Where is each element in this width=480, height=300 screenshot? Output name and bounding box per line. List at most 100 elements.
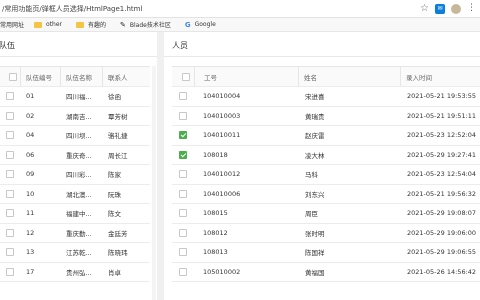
profile-avatar[interactable] [451,3,461,14]
row-checkbox[interactable] [179,170,187,179]
table-row[interactable]: 108018 凌大林 2021-05-29 19:27:41 [172,146,480,165]
row-select-cell[interactable] [0,228,20,237]
column-header[interactable]: 联系人 [102,67,150,86]
table-row[interactable]: 11 福建中... 陈文 [0,204,150,224]
table-cell: 凌大林 [305,151,325,160]
url-text[interactable]: /常用功能页/弹框人员选择/HtmlPage1.html [2,4,142,14]
row-checkbox[interactable] [6,92,14,101]
row-checkbox[interactable] [6,150,14,159]
row-checkbox[interactable] [179,267,187,276]
table-cell: 黄福国 [305,268,325,277]
table-cell: 108012 [203,228,228,237]
row-checkbox[interactable] [6,209,14,218]
row-select-cell[interactable] [0,209,20,218]
row-select-cell[interactable] [0,131,20,140]
table-cell: 阮珠 [108,190,121,199]
row-select-cell[interactable] [172,248,194,257]
table-cell: 周臣 [305,210,318,219]
row-select-cell[interactable] [172,189,194,198]
table-cell: 108015 [203,209,228,218]
table-row[interactable]: 108015 周臣 2021-05-29 19:08:07 [172,204,480,224]
table-row[interactable]: 104010011 赵庆雷 2021-05-23 12:52:04 [172,126,480,146]
bookmark-item[interactable]: G Google [185,21,216,29]
row-checkbox[interactable] [6,248,14,257]
row-checkbox[interactable] [6,267,14,276]
table-cell: 108018 [203,150,228,159]
bookmark-item[interactable]: ✎ Blade技术社区 [120,20,171,30]
table-cell: 09 [26,170,35,179]
row-select-cell[interactable] [172,267,194,276]
table-row[interactable]: 104010006 刘东兴 2021-05-21 19:56:32 [172,185,480,204]
table-cell: 覃芳树 [108,112,128,121]
table-row[interactable]: 09 四川彩... 陈家 [0,165,150,185]
row-select-cell[interactable] [172,209,194,218]
row-checkbox[interactable] [179,209,187,218]
table-row[interactable]: 13 江苏乾... 陈晓玮 [0,243,150,263]
row-select-cell[interactable] [0,267,20,276]
table-cell: 四川福... [66,93,92,102]
table-row[interactable]: 104010012 马科 2021-05-23 12:54:04 [172,165,480,185]
folder-icon [76,21,84,28]
table-cell: 骆礼捷 [108,132,128,141]
browser-menu-icon[interactable]: ⋮ [467,3,476,14]
table-row[interactable]: 108012 张时明 2021-05-29 19:06:00 [172,224,480,243]
row-select-cell[interactable] [0,189,20,198]
row-select-cell[interactable] [172,170,194,179]
bookmark-star-icon[interactable]: ☆ [420,3,429,14]
row-select-cell[interactable] [0,111,20,120]
bookmark-item[interactable]: 常用网址 [0,20,24,29]
table-row[interactable]: 17 贵州弘... 肖卓 [0,263,150,282]
row-select-cell[interactable] [172,92,194,101]
row-select-cell[interactable] [172,150,194,159]
row-select-cell[interactable] [172,228,194,237]
row-select-cell[interactable] [0,150,20,159]
people-table: 工号 姓名 录入时间 104010004 宋进喜 2021-05-21 19:53:… [172,66,480,282]
row-checkbox[interactable] [179,248,187,257]
table-row[interactable]: 104010003 黄瑞贵 2021-05-21 19:51:11 [172,107,480,126]
column-header[interactable]: 姓名 [298,67,400,86]
table-row[interactable]: 02 湖南吉... 覃芳树 [0,107,150,126]
table-cell: 104010012 [203,170,241,179]
column-header[interactable]: 队伍名称 [60,67,102,86]
column-header[interactable]: 工号 [194,67,298,86]
row-checkbox[interactable] [6,131,14,140]
row-select-cell[interactable] [0,248,20,257]
row-select-cell[interactable] [0,92,20,101]
bookmark-item[interactable]: 有趣的 [76,20,106,29]
table-row[interactable]: 104010004 宋进喜 2021-05-21 19:53:55 [172,87,480,107]
table-row[interactable]: 06 重庆奇... 周长江 [0,146,150,165]
row-checkbox[interactable] [6,170,14,179]
table-row[interactable]: 105010002 黄福国 2021-05-26 14:56:42 [172,263,480,282]
select-all-cell[interactable] [172,67,194,86]
table-cell: 104010004 [203,92,241,101]
column-header[interactable]: 队伍编号 [20,67,60,86]
scrollbar[interactable] [152,66,156,300]
select-all-cell[interactable] [0,67,20,86]
table-cell: 赵庆雷 [305,132,325,141]
table-row[interactable]: 01 四川福... 徐函 [0,87,150,107]
row-select-cell[interactable] [0,170,20,179]
table-row[interactable]: 10 湖北澳... 阮珠 [0,185,150,204]
extension-icon[interactable]: ✉ [435,3,445,14]
column-header[interactable]: 录入时间 [400,67,480,86]
blade-icon: ✎ [120,20,126,29]
row-checkbox[interactable] [179,189,187,198]
row-checkbox[interactable] [6,228,14,237]
table-cell: 肖卓 [108,268,121,277]
row-select-cell[interactable] [172,131,194,140]
row-checkbox[interactable] [179,92,187,101]
address-bar[interactable]: /常用功能页/弹框人员选择/HtmlPage1.html ☆ ✉ ⋮ [0,0,480,18]
table-row[interactable]: 12 重庆勤... 金廷芳 [0,224,150,243]
bookmark-item[interactable]: other [34,21,62,28]
row-checkbox[interactable] [179,150,187,159]
row-checkbox[interactable] [179,228,187,237]
row-checkbox[interactable] [6,189,14,198]
row-checkbox[interactable] [6,111,14,120]
row-select-cell[interactable] [172,111,194,120]
row-checkbox[interactable] [179,131,187,140]
row-checkbox[interactable] [179,111,187,120]
table-row[interactable]: 108013 陈国祥 2021-05-29 19:06:55 [172,243,480,263]
select-all-checkbox[interactable] [181,72,190,81]
table-row[interactable]: 04 四川坝... 骆礼捷 [0,126,150,146]
select-all-checkbox[interactable] [8,72,17,81]
